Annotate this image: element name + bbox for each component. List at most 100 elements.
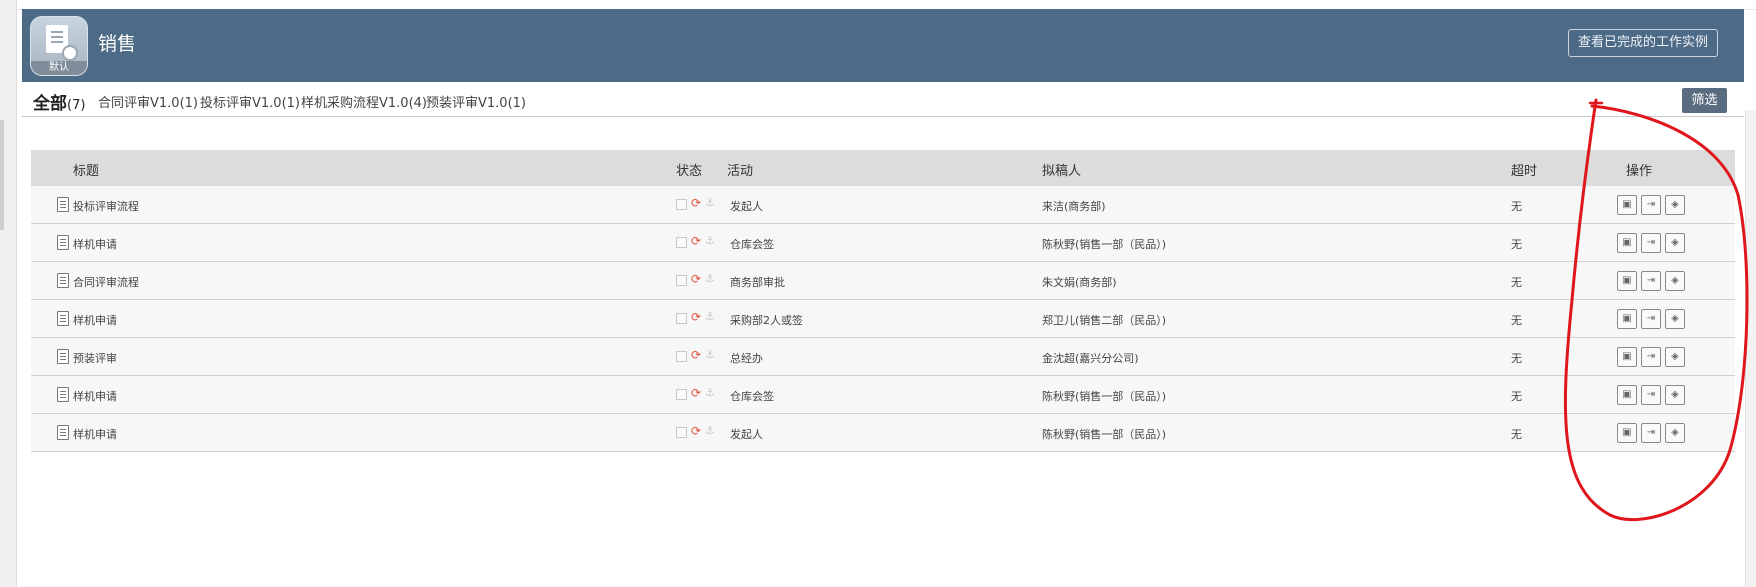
anchor-icon[interactable]: ⚓ — [705, 197, 715, 209]
column-title[interactable]: 标题 — [73, 160, 99, 179]
row-activity: 总经办 — [730, 352, 763, 365]
anchor-icon[interactable]: ⚓ — [705, 235, 715, 247]
row-title[interactable]: 样机申请 — [73, 426, 117, 442]
row-timeout: 无 — [1511, 314, 1522, 327]
open-icon[interactable]: ▣ — [1617, 423, 1637, 443]
open-icon[interactable]: ▣ — [1617, 347, 1637, 367]
checkbox-icon[interactable] — [676, 389, 687, 400]
anchor-icon[interactable]: ⚓ — [705, 273, 715, 285]
table-row[interactable]: 预装评审 ⟳ ⚓ 总经办 金沈超(嘉兴分公司) 无 ▣ ⇥ ◈ — [31, 338, 1735, 376]
row-activity: 仓库会签 — [730, 238, 774, 251]
table-row[interactable]: 合同评审流程 ⟳ ⚓ 商务部审批 朱文娟(商务部) 无 ▣ ⇥ ◈ — [31, 262, 1735, 300]
row-timeout: 无 — [1511, 390, 1522, 403]
tab-preinstall-review[interactable]: 预装评审V1.0(1) — [426, 92, 526, 111]
flow-icon[interactable]: ◈ — [1665, 271, 1685, 291]
exit-icon[interactable]: ⇥ — [1641, 423, 1661, 443]
open-icon[interactable]: ▣ — [1617, 385, 1637, 405]
row-activity: 发起人 — [730, 428, 763, 441]
row-activity: 采购部2人或签 — [730, 314, 803, 327]
table-header: 标题 状态 活动 拟稿人 超时 操作 — [31, 150, 1735, 186]
checkbox-icon[interactable] — [676, 351, 687, 362]
flow-icon[interactable]: ◈ — [1665, 423, 1685, 443]
table-row[interactable]: 样机申请 ⟳ ⚓ 仓库会签 陈秋野(销售一部（民品）) 无 ▣ ⇥ ◈ — [31, 224, 1735, 262]
document-icon — [57, 273, 69, 288]
column-drafter[interactable]: 拟稿人 — [1042, 160, 1081, 179]
left-panel-handle[interactable] — [0, 120, 4, 230]
row-title[interactable]: 投标评审流程 — [73, 198, 139, 214]
tab-all-count: (7) — [67, 98, 86, 113]
row-drafter: 陈秋野(销售一部（民品）) — [1042, 238, 1167, 251]
tab-contract-review[interactable]: 合同评审V1.0(1) — [98, 92, 198, 111]
table-row[interactable]: 样机申请 ⟳ ⚓ 发起人 陈秋野(销售一部（民品）) 无 ▣ ⇥ ◈ — [31, 414, 1735, 452]
tab-sample-purchase[interactable]: 样机采购流程V1.0(4) — [301, 92, 427, 111]
column-status[interactable]: 状态 — [676, 160, 702, 179]
tab-bid-review[interactable]: 投标评审V1.0(1) — [200, 92, 300, 111]
row-title[interactable]: 样机申请 — [73, 312, 117, 328]
sync-icon[interactable]: ⟳ — [691, 349, 701, 361]
sync-icon[interactable]: ⟳ — [691, 425, 701, 437]
sync-icon[interactable]: ⟳ — [691, 197, 701, 209]
row-title[interactable]: 样机申请 — [73, 388, 117, 404]
open-icon[interactable]: ▣ — [1617, 309, 1637, 329]
left-panel-edge — [0, 0, 17, 587]
checkbox-icon[interactable] — [676, 199, 687, 210]
app-badge: 默认 — [31, 61, 87, 75]
sync-icon[interactable]: ⟳ — [691, 387, 701, 399]
page-title: 销售 — [98, 33, 137, 55]
column-actions: 操作 — [1626, 164, 1653, 179]
row-timeout: 无 — [1511, 352, 1522, 365]
sync-icon[interactable]: ⟳ — [691, 235, 701, 247]
document-icon — [57, 311, 69, 326]
exit-icon[interactable]: ⇥ — [1641, 233, 1661, 253]
row-title[interactable]: 样机申请 — [73, 236, 117, 252]
table-row[interactable]: 投标评审流程 ⟳ ⚓ 发起人 来洁(商务部) 无 ▣ ⇥ ◈ — [31, 186, 1735, 224]
flow-icon[interactable]: ◈ — [1665, 385, 1685, 405]
exit-icon[interactable]: ⇥ — [1641, 385, 1661, 405]
checkbox-icon[interactable] — [676, 237, 687, 248]
view-completed-button[interactable]: 查看已完成的工作实例 — [1567, 29, 1718, 57]
document-icon — [57, 425, 69, 440]
row-drafter: 陈秋野(销售一部（民品）) — [1042, 390, 1167, 403]
sync-icon[interactable]: ⟳ — [691, 273, 701, 285]
anchor-icon[interactable]: ⚓ — [705, 425, 715, 437]
filter-button[interactable]: 筛选 — [1682, 88, 1727, 113]
row-timeout: 无 — [1511, 200, 1522, 213]
open-icon[interactable]: ▣ — [1617, 271, 1637, 291]
exit-icon[interactable]: ⇥ — [1641, 271, 1661, 291]
flow-icon[interactable]: ◈ — [1665, 195, 1685, 215]
flow-icon[interactable]: ◈ — [1665, 233, 1685, 253]
anchor-icon[interactable]: ⚓ — [705, 349, 715, 361]
open-icon[interactable]: ▣ — [1617, 195, 1637, 215]
exit-icon[interactable]: ⇥ — [1641, 195, 1661, 215]
document-icon — [57, 387, 69, 402]
row-drafter: 金沈超(嘉兴分公司) — [1042, 352, 1139, 365]
row-activity: 商务部审批 — [730, 276, 785, 289]
row-timeout: 无 — [1511, 428, 1522, 441]
column-activity[interactable]: 活动 — [727, 160, 753, 179]
anchor-icon[interactable]: ⚓ — [705, 311, 715, 323]
exit-icon[interactable]: ⇥ — [1641, 347, 1661, 367]
app-icon[interactable]: 默认 — [30, 16, 88, 76]
row-title[interactable]: 合同评审流程 — [73, 274, 139, 290]
flow-icon[interactable]: ◈ — [1665, 347, 1685, 367]
row-timeout: 无 — [1511, 238, 1522, 251]
row-drafter: 陈秋野(销售一部（民品）) — [1042, 428, 1167, 441]
row-title[interactable]: 预装评审 — [73, 350, 117, 366]
checkbox-icon[interactable] — [676, 275, 687, 286]
row-activity: 仓库会签 — [730, 390, 774, 403]
anchor-icon[interactable]: ⚓ — [705, 387, 715, 399]
vertical-scrollbar[interactable] — [1745, 110, 1756, 587]
flow-icon[interactable]: ◈ — [1665, 309, 1685, 329]
open-icon[interactable]: ▣ — [1617, 233, 1637, 253]
column-timeout[interactable]: 超时 — [1511, 160, 1537, 179]
table-body: 投标评审流程 ⟳ ⚓ 发起人 来洁(商务部) 无 ▣ ⇥ ◈ 样机申请 ⟳ ⚓ 仓库会签 陈秋野(销售一部… — [31, 186, 1735, 452]
checkbox-icon[interactable] — [676, 427, 687, 438]
sync-icon[interactable]: ⟳ — [691, 311, 701, 323]
exit-icon[interactable]: ⇥ — [1641, 309, 1661, 329]
tab-all[interactable]: 全部(7) — [33, 89, 85, 114]
workitem-table: 标题 状态 活动 拟稿人 超时 操作 投标评审流程 ⟳ ⚓ 发起人 来洁(商务部) 无 ▣ ⇥… — [31, 150, 1735, 452]
table-row[interactable]: 样机申请 ⟳ ⚓ 仓库会签 陈秋野(销售一部（民品）) 无 ▣ ⇥ ◈ — [31, 376, 1735, 414]
table-row[interactable]: 样机申请 ⟳ ⚓ 采购部2人或签 郑卫儿(销售二部（民品）) 无 ▣ ⇥ ◈ — [31, 300, 1735, 338]
checkbox-icon[interactable] — [676, 313, 687, 324]
row-drafter: 来洁(商务部) — [1042, 200, 1106, 213]
